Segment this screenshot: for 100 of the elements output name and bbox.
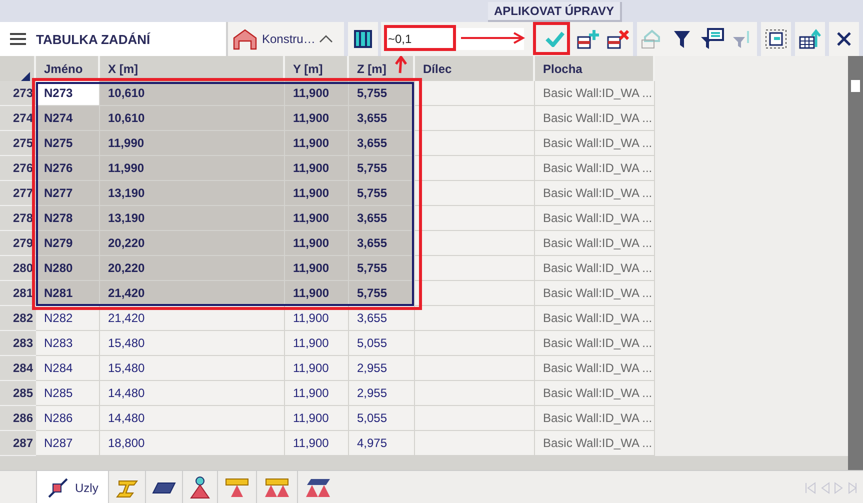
line-support-icon (263, 476, 292, 498)
table-cell: 11,900 (285, 356, 349, 381)
table-cell: 2,955 (349, 381, 415, 406)
table-cell: Basic Wall:ID_WA ... (535, 356, 655, 381)
slab-icon (152, 480, 176, 494)
close-button[interactable] (829, 22, 859, 56)
table-cell: 13,190 (100, 181, 285, 206)
table-cell: Basic Wall:ID_WA ... (535, 381, 655, 406)
row-number: 277 (0, 181, 36, 206)
table-cell: N279 (36, 231, 100, 256)
point-support-icon (189, 476, 212, 500)
panel-title: TABULKA ZADÁNÍ (36, 32, 150, 46)
row-number: 285 (0, 381, 36, 406)
table-cell: 5,755 (349, 156, 415, 181)
navigation-arrows-icon (805, 482, 857, 494)
table-cell: Basic Wall:ID_WA ... (535, 281, 655, 306)
beam-support-icon (224, 476, 250, 498)
table-cell: 3,655 (349, 206, 415, 231)
table-cell: 10,610 (100, 81, 285, 106)
table-cell: Basic Wall:ID_WA ... (535, 306, 655, 331)
row-number: 275 (0, 131, 36, 156)
row-number: 287 (0, 431, 36, 456)
table-cell: 11,900 (285, 381, 349, 406)
table-cell: 11,900 (285, 431, 349, 456)
table-cell: Basic Wall:ID_WA ... (535, 181, 655, 206)
table-cell: Basic Wall:ID_WA ... (535, 131, 655, 156)
table-cell: N277 (36, 181, 100, 206)
row-number: 276 (0, 156, 36, 181)
pointer-arrow (460, 32, 526, 44)
menu-icon[interactable] (10, 32, 26, 46)
row-number: 282 (0, 306, 36, 331)
add-row-icon (577, 29, 599, 49)
table-cell: 11,900 (285, 106, 349, 131)
table-cell: 5,755 (349, 181, 415, 206)
highlight-frame (533, 22, 570, 55)
tooltip: APLIKOVAT ÚPRAVY (488, 2, 622, 22)
table-cell: 2,955 (349, 356, 415, 381)
table-cell: N284 (36, 356, 100, 381)
filter-icon (673, 29, 691, 49)
table-cell: Basic Wall:ID_WA ... (535, 106, 655, 131)
export-table-button[interactable] (795, 22, 825, 56)
table-cell: N278 (36, 206, 100, 231)
table-cell: 11,900 (285, 81, 349, 106)
row-number: 279 (0, 231, 36, 256)
scrollbar[interactable] (848, 56, 863, 470)
close-icon (836, 31, 852, 47)
table-cell: 11,900 (285, 256, 349, 281)
table-cell: 11,900 (285, 206, 349, 231)
table-cell: N283 (36, 331, 100, 356)
table-cell: Basic Wall:ID_WA ... (535, 231, 655, 256)
table-cell: 11,990 (100, 156, 285, 181)
table-cell: 18,800 (100, 431, 285, 456)
table-cell: N287 (36, 431, 100, 456)
table-cell: 11,900 (285, 156, 349, 181)
delete-row-icon (607, 29, 629, 49)
table-cell: 13,190 (100, 206, 285, 231)
columns-icon (354, 30, 372, 48)
nodes-tab[interactable]: Uzly (36, 471, 108, 503)
table-cell: 10,610 (100, 106, 285, 131)
table-cell: Basic Wall:ID_WA ... (535, 156, 655, 181)
table-cell: Basic Wall:ID_WA ... (535, 256, 655, 281)
column-header[interactable]: Plocha (535, 56, 655, 82)
table-cell: N276 (36, 156, 100, 181)
table-cell: 14,480 (100, 406, 285, 431)
table-cell: N286 (36, 406, 100, 431)
checkmark-icon (545, 31, 565, 47)
table-cell: 3,655 (349, 131, 415, 156)
table-cell: 14,480 (100, 381, 285, 406)
delete-row-button[interactable] (603, 22, 633, 56)
table-cell: N275 (36, 131, 100, 156)
table-cell: N285 (36, 381, 100, 406)
table-cell: 3,655 (349, 106, 415, 131)
table-cell: 5,055 (349, 406, 415, 431)
table-cell: 3,655 (349, 231, 415, 256)
row-number: 281 (0, 281, 36, 306)
horizontal-scrollbar[interactable] (0, 456, 848, 470)
table-cell: 11,990 (100, 131, 285, 156)
building-icon (232, 28, 258, 50)
table-cell: 11,900 (285, 231, 349, 256)
row-number: 278 (0, 206, 36, 231)
highlight-frame (384, 25, 456, 51)
building-table-icon (641, 29, 663, 49)
table-cell: N274 (36, 106, 100, 131)
table-cell: Basic Wall:ID_WA ... (535, 331, 655, 356)
table-cell: N280 (36, 256, 100, 281)
select-all-button[interactable] (761, 22, 791, 56)
column-header[interactable]: Dílec (415, 56, 535, 82)
row-number: 286 (0, 406, 36, 431)
table-cell: Basic Wall:ID_WA ... (535, 81, 655, 106)
table-cell: 15,480 (100, 356, 285, 381)
caret-icon (319, 34, 334, 44)
structure-dropdown[interactable]: Konstru… (228, 22, 344, 56)
columns-button[interactable] (348, 22, 378, 56)
row-number: 284 (0, 356, 36, 381)
add-row-button[interactable] (573, 22, 603, 56)
row-number: 283 (0, 331, 36, 356)
table-cell: Basic Wall:ID_WA ... (535, 406, 655, 431)
table-cell: 5,055 (349, 331, 415, 356)
table-cell: 20,220 (100, 256, 285, 281)
table-cell: 15,480 (100, 331, 285, 356)
